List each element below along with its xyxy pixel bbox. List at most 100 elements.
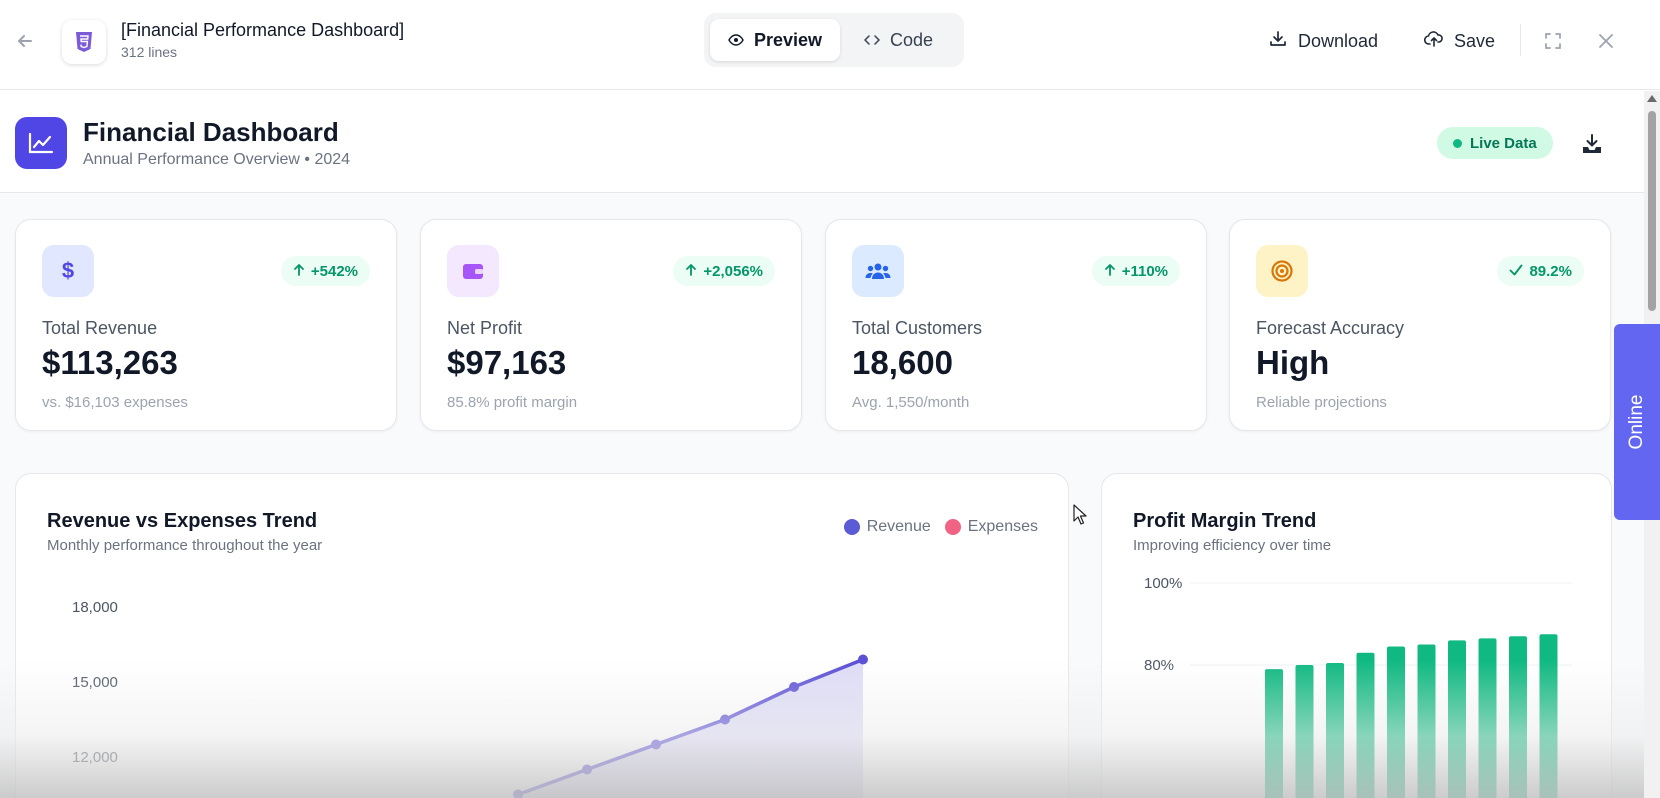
users-icon [852, 245, 904, 297]
legend-dot-revenue [843, 519, 860, 535]
stat-card-forecast: 89.2% Forecast Accuracy High Reliable pr… [1229, 219, 1611, 431]
revenue-point [651, 739, 661, 750]
margin-bar [1265, 669, 1283, 798]
margin-bar [1387, 646, 1405, 798]
accuracy-badge-value: 89.2% [1529, 262, 1572, 280]
arrow-up-icon [293, 263, 305, 280]
stat-card-customers: +110% Total Customers 18,600 Avg. 1,550/… [825, 219, 1207, 431]
dollar-icon: $ [42, 245, 94, 297]
stat-label: Total Customers [852, 318, 983, 338]
margin-bar [1356, 652, 1375, 798]
online-side-tab[interactable]: Online [1614, 324, 1660, 520]
close-icon[interactable] [1591, 26, 1621, 56]
stat-value: $113,263 [42, 344, 178, 381]
revenue-point [582, 764, 592, 775]
legend-label-expenses: Expenses [967, 518, 1038, 535]
live-data-label: Live Data [1470, 134, 1537, 152]
margin-bar [1417, 644, 1436, 798]
live-dot-icon [1453, 138, 1462, 148]
revenue-expenses-chart-panel: 18,000 15,000 12,000 Revenue vs Expenses T… [15, 473, 1069, 798]
fullscreen-icon[interactable] [1538, 26, 1568, 56]
stat-card-net-profit: +2,056% Net Profit $97,163 85.8% profit … [420, 219, 802, 431]
html5-icon [62, 20, 106, 64]
chart-title: Profit Margin Trend [1133, 510, 1317, 532]
download-button[interactable]: Download [1268, 24, 1378, 58]
margin-bar [1295, 665, 1314, 798]
legend-dot-expenses [944, 519, 961, 535]
revenue-point [858, 654, 868, 665]
stat-value: 18,600 [852, 344, 953, 381]
live-data-badge: Live Data [1437, 127, 1553, 159]
cloud-upload-icon [1423, 29, 1444, 54]
growth-badge: +110% [1091, 256, 1180, 286]
mouse-cursor-icon [1073, 504, 1087, 531]
legend-label-revenue: Revenue [866, 518, 931, 535]
y-tick-label: 15,000 [72, 674, 118, 691]
dashboard-header: Financial Dashboard Annual Performance O… [0, 91, 1646, 193]
accuracy-badge: 89.2% [1497, 256, 1584, 286]
y-tick-label: 18,000 [72, 599, 118, 616]
stat-value: High [1256, 344, 1330, 381]
y-tick-label: 12,000 [72, 749, 118, 766]
code-tab-label: Code [890, 29, 934, 50]
svg-text:$: $ [62, 259, 74, 283]
preview-area: Financial Dashboard Annual Performance O… [0, 91, 1660, 798]
toolbar-divider [1520, 24, 1521, 56]
growth-badge-value: +2,056% [703, 262, 763, 280]
margin-bar [1448, 640, 1466, 798]
online-side-tab-label: Online [1626, 394, 1647, 450]
revenue-point [720, 714, 730, 725]
arrow-up-icon [685, 263, 697, 280]
growth-badge: +542% [280, 256, 370, 286]
eye-icon [728, 30, 744, 51]
preview-tab[interactable]: Preview [710, 19, 841, 61]
stat-label: Net Profit [447, 318, 523, 338]
chart-legend: Revenue Expenses [843, 518, 1038, 536]
code-brackets-icon [863, 30, 881, 51]
code-tab[interactable]: Code [846, 19, 951, 61]
chart-subtitle: Monthly performance throughout the year [47, 537, 323, 554]
download-icon [1268, 29, 1288, 54]
export-download-icon[interactable] [1577, 129, 1607, 159]
legend-item-revenue[interactable]: Revenue [843, 518, 931, 536]
scroll-up-arrow-icon[interactable] [1647, 95, 1657, 102]
download-label: Download [1298, 30, 1379, 51]
stat-note: vs. $16,103 expenses [42, 394, 188, 411]
legend-item-expenses[interactable]: Expenses [944, 518, 1038, 536]
revenue-point [513, 789, 523, 798]
chart-subtitle: Improving efficiency over time [1133, 537, 1332, 554]
file-line-count: 312 lines [121, 44, 178, 60]
top-bar: [Financial Performance Dashboard] 312 li… [0, 0, 1660, 90]
margin-bar [1539, 634, 1558, 798]
profit-margin-chart-panel: 100% 80% Profit Margin Trend Improving ef… [1101, 473, 1612, 798]
growth-badge-value: +542% [310, 262, 358, 280]
stat-note: 85.8% profit margin [447, 394, 578, 411]
check-icon [1509, 263, 1523, 280]
y-tick-label: 80% [1144, 657, 1174, 674]
stat-value: $97,163 [447, 344, 567, 381]
save-label: Save [1454, 30, 1496, 51]
preview-tab-label: Preview [754, 29, 823, 50]
dashboard-title: Financial Dashboard [83, 117, 339, 147]
arrow-up-icon [1104, 263, 1116, 280]
growth-badge: +2,056% [673, 256, 775, 286]
revenue-point [789, 682, 799, 692]
scroll-thumb[interactable] [1648, 111, 1656, 311]
margin-bar [1478, 638, 1497, 798]
stat-note: Avg. 1,550/month [852, 394, 970, 411]
chart-trend-icon [15, 117, 67, 169]
back-arrow-icon[interactable] [10, 26, 40, 56]
margin-bar [1326, 662, 1344, 798]
chart-title: Revenue vs Expenses Trend [47, 510, 318, 532]
stat-label: Forecast Accuracy [1256, 318, 1405, 338]
stat-card-revenue: $ +542% Total Revenue $113,263 vs. $16,1… [15, 219, 397, 431]
margin-bar [1509, 636, 1527, 798]
target-icon [1256, 245, 1308, 297]
growth-badge-value: +110% [1121, 262, 1168, 280]
stat-label: Total Revenue [42, 318, 158, 338]
dashboard-subtitle: Annual Performance Overview • 2024 [83, 151, 351, 168]
save-button[interactable]: Save [1423, 24, 1496, 58]
stat-note: Reliable projections [1256, 394, 1387, 411]
file-title: [Financial Performance Dashboard] [121, 20, 405, 40]
view-toggle: Preview Code [704, 13, 964, 67]
